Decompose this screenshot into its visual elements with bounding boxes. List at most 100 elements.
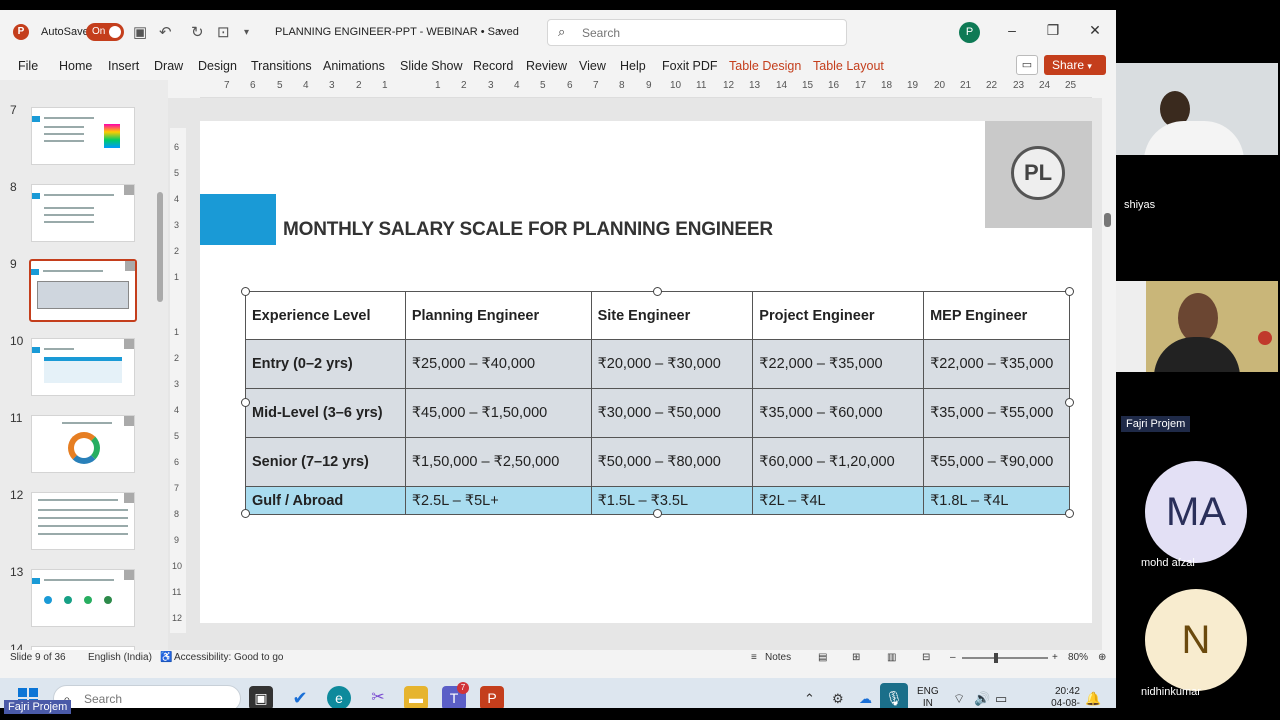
comments-button[interactable]: ▭ <box>1016 55 1038 75</box>
thumbnails-scrollbar[interactable] <box>155 80 165 650</box>
slideshow-icon[interactable]: ⊟ <box>922 652 930 663</box>
resize-handle[interactable] <box>653 287 662 296</box>
close-icon[interactable]: ✕ <box>1085 22 1105 39</box>
tab-insert[interactable]: Insert <box>108 59 139 73</box>
tab-file[interactable]: File <box>18 59 38 73</box>
slide-thumbnail-active[interactable] <box>29 259 137 322</box>
table-cell[interactable]: ₹1,50,000 – ₹2,50,000 <box>404 437 592 487</box>
resize-handle[interactable] <box>241 287 250 296</box>
tab-home[interactable]: Home <box>59 59 92 73</box>
fit-to-window-icon[interactable]: ⊕ <box>1098 652 1106 663</box>
present-icon[interactable]: ⊡ <box>217 23 230 41</box>
table-cell[interactable]: Mid-Level (3–6 yrs) <box>245 388 406 438</box>
tab-foxit-pdf[interactable]: Foxit PDF <box>662 59 718 73</box>
reading-view-icon[interactable]: ▥ <box>887 652 896 663</box>
minimize-icon[interactable]: – <box>1002 22 1022 38</box>
zoom-slider-thumb[interactable] <box>994 653 998 663</box>
language-status[interactable]: English (India) <box>88 652 152 663</box>
table-cell[interactable]: ₹22,000 – ₹35,000 <box>923 339 1070 389</box>
wifi-icon[interactable]: ⌔ <box>953 691 965 707</box>
resize-handle[interactable] <box>1065 287 1074 296</box>
tab-view[interactable]: View <box>579 59 606 73</box>
table-cell[interactable]: ₹22,000 – ₹35,000 <box>752 339 925 389</box>
salary-table[interactable]: Experience Level Planning Engineer Site … <box>245 291 1070 515</box>
zoom-level[interactable]: 80% <box>1068 652 1088 663</box>
table-cell[interactable]: Entry (0–2 yrs) <box>245 339 406 389</box>
network-settings-icon[interactable]: ⚙ <box>832 691 844 707</box>
table-cell[interactable]: ₹60,000 – ₹1,20,000 <box>752 437 925 487</box>
chevron-down-icon[interactable]: ⌄ <box>496 24 504 35</box>
slide-thumbnail[interactable] <box>31 415 135 473</box>
header-cell[interactable]: Project Engineer <box>752 291 925 340</box>
table-cell[interactable]: ₹2L – ₹4L <box>752 486 925 515</box>
notifications-icon[interactable]: 🔔 <box>1085 691 1101 707</box>
edge-icon[interactable]: e <box>327 686 351 708</box>
resize-handle[interactable] <box>1065 509 1074 518</box>
table-cell[interactable]: ₹25,000 – ₹40,000 <box>404 339 592 389</box>
tab-transitions[interactable]: Transitions <box>251 59 312 73</box>
slide-thumbnail[interactable] <box>31 107 135 165</box>
tab-draw[interactable]: Draw <box>154 59 183 73</box>
save-icon[interactable]: ▣ <box>133 23 147 41</box>
participant-video[interactable] <box>1116 63 1278 155</box>
table-cell[interactable]: Senior (7–12 yrs) <box>245 437 406 487</box>
table-cell[interactable]: ₹35,000 – ₹55,000 <box>923 388 1070 438</box>
language-indicator[interactable]: ENG IN <box>917 686 939 708</box>
accessibility-status[interactable]: Accessibility: Good to go <box>174 652 284 663</box>
autosave-toggle[interactable]: On <box>86 23 124 41</box>
resize-handle[interactable] <box>241 398 250 407</box>
customize-toolbar-icon[interactable]: ▾ <box>244 27 249 38</box>
file-explorer-icon[interactable]: ▬ <box>404 686 428 708</box>
search-box[interactable]: ⌕ <box>547 19 847 46</box>
zoom-in-icon[interactable]: + <box>1052 652 1058 663</box>
tab-animations[interactable]: Animations <box>323 59 385 73</box>
undo-icon[interactable]: ↶ <box>159 23 172 41</box>
slide-thumbnail[interactable] <box>31 492 135 550</box>
todo-icon[interactable]: ✔ <box>288 686 312 708</box>
slide-thumbnail[interactable] <box>31 338 135 396</box>
search-input[interactable] <box>582 25 832 41</box>
table-cell[interactable]: ₹55,000 – ₹90,000 <box>923 437 1070 487</box>
zoom-out-icon[interactable]: – <box>950 652 956 663</box>
editor-scrollbar[interactable] <box>1102 98 1114 650</box>
snipping-tool-icon[interactable]: ✂ <box>366 686 390 708</box>
header-cell[interactable]: Planning Engineer <box>404 291 592 340</box>
slide-thumbnail[interactable] <box>31 184 135 242</box>
resize-handle[interactable] <box>241 509 250 518</box>
tab-slide-show[interactable]: Slide Show <box>400 59 463 73</box>
taskbar-search-input[interactable] <box>84 692 224 706</box>
table-cell[interactable]: ₹1.8L – ₹4L <box>923 486 1070 515</box>
header-cell[interactable]: MEP Engineer <box>923 291 1070 340</box>
table-cell[interactable]: ₹30,000 – ₹50,000 <box>590 388 754 438</box>
header-cell[interactable]: Site Engineer <box>590 291 754 340</box>
tab-review[interactable]: Review <box>526 59 567 73</box>
slide-canvas[interactable]: MONTHLY SALARY SCALE FOR PLANNING ENGINE… <box>200 121 1092 623</box>
task-view-icon[interactable]: ▣ <box>249 686 273 708</box>
powerpoint-taskbar-icon[interactable]: P <box>480 686 504 708</box>
participant-avatar[interactable]: N <box>1145 589 1247 691</box>
battery-icon[interactable]: ▭ <box>995 691 1007 707</box>
tab-help[interactable]: Help <box>620 59 646 73</box>
table-cell[interactable]: ₹1.5L – ₹3.5L <box>590 486 754 515</box>
tab-table-design[interactable]: Table Design <box>729 59 801 73</box>
zoom-slider[interactable] <box>962 657 1048 659</box>
tab-record[interactable]: Record <box>473 59 513 73</box>
participant-avatar[interactable]: MA <box>1145 461 1247 563</box>
slide-title[interactable]: MONTHLY SALARY SCALE FOR PLANNING ENGINE… <box>283 219 773 241</box>
slide-thumbnail[interactable] <box>31 569 135 627</box>
table-cell[interactable]: ₹35,000 – ₹60,000 <box>752 388 925 438</box>
tab-design[interactable]: Design <box>198 59 237 73</box>
header-cell[interactable]: Experience Level <box>245 291 406 340</box>
volume-icon[interactable]: 🔊 <box>974 691 990 707</box>
slide-sorter-icon[interactable]: ⊞ <box>852 652 860 663</box>
notes-button[interactable]: Notes <box>765 652 791 663</box>
document-title[interactable]: PLANNING ENGINEER-PPT - WEBINAR • Saved <box>275 26 519 38</box>
participant-video[interactable] <box>1116 281 1278 372</box>
system-clock[interactable]: 20:42 04-08-2025 <box>1030 686 1080 708</box>
table-cell[interactable]: Gulf / Abroad <box>245 486 406 515</box>
normal-view-icon[interactable]: ▤ <box>818 652 827 663</box>
chevron-up-icon[interactable]: ⌃ <box>804 691 815 707</box>
user-avatar[interactable]: P <box>959 22 980 43</box>
table-cell[interactable]: ₹20,000 – ₹30,000 <box>590 339 754 389</box>
taskbar-search[interactable]: ⌕ <box>53 685 241 708</box>
